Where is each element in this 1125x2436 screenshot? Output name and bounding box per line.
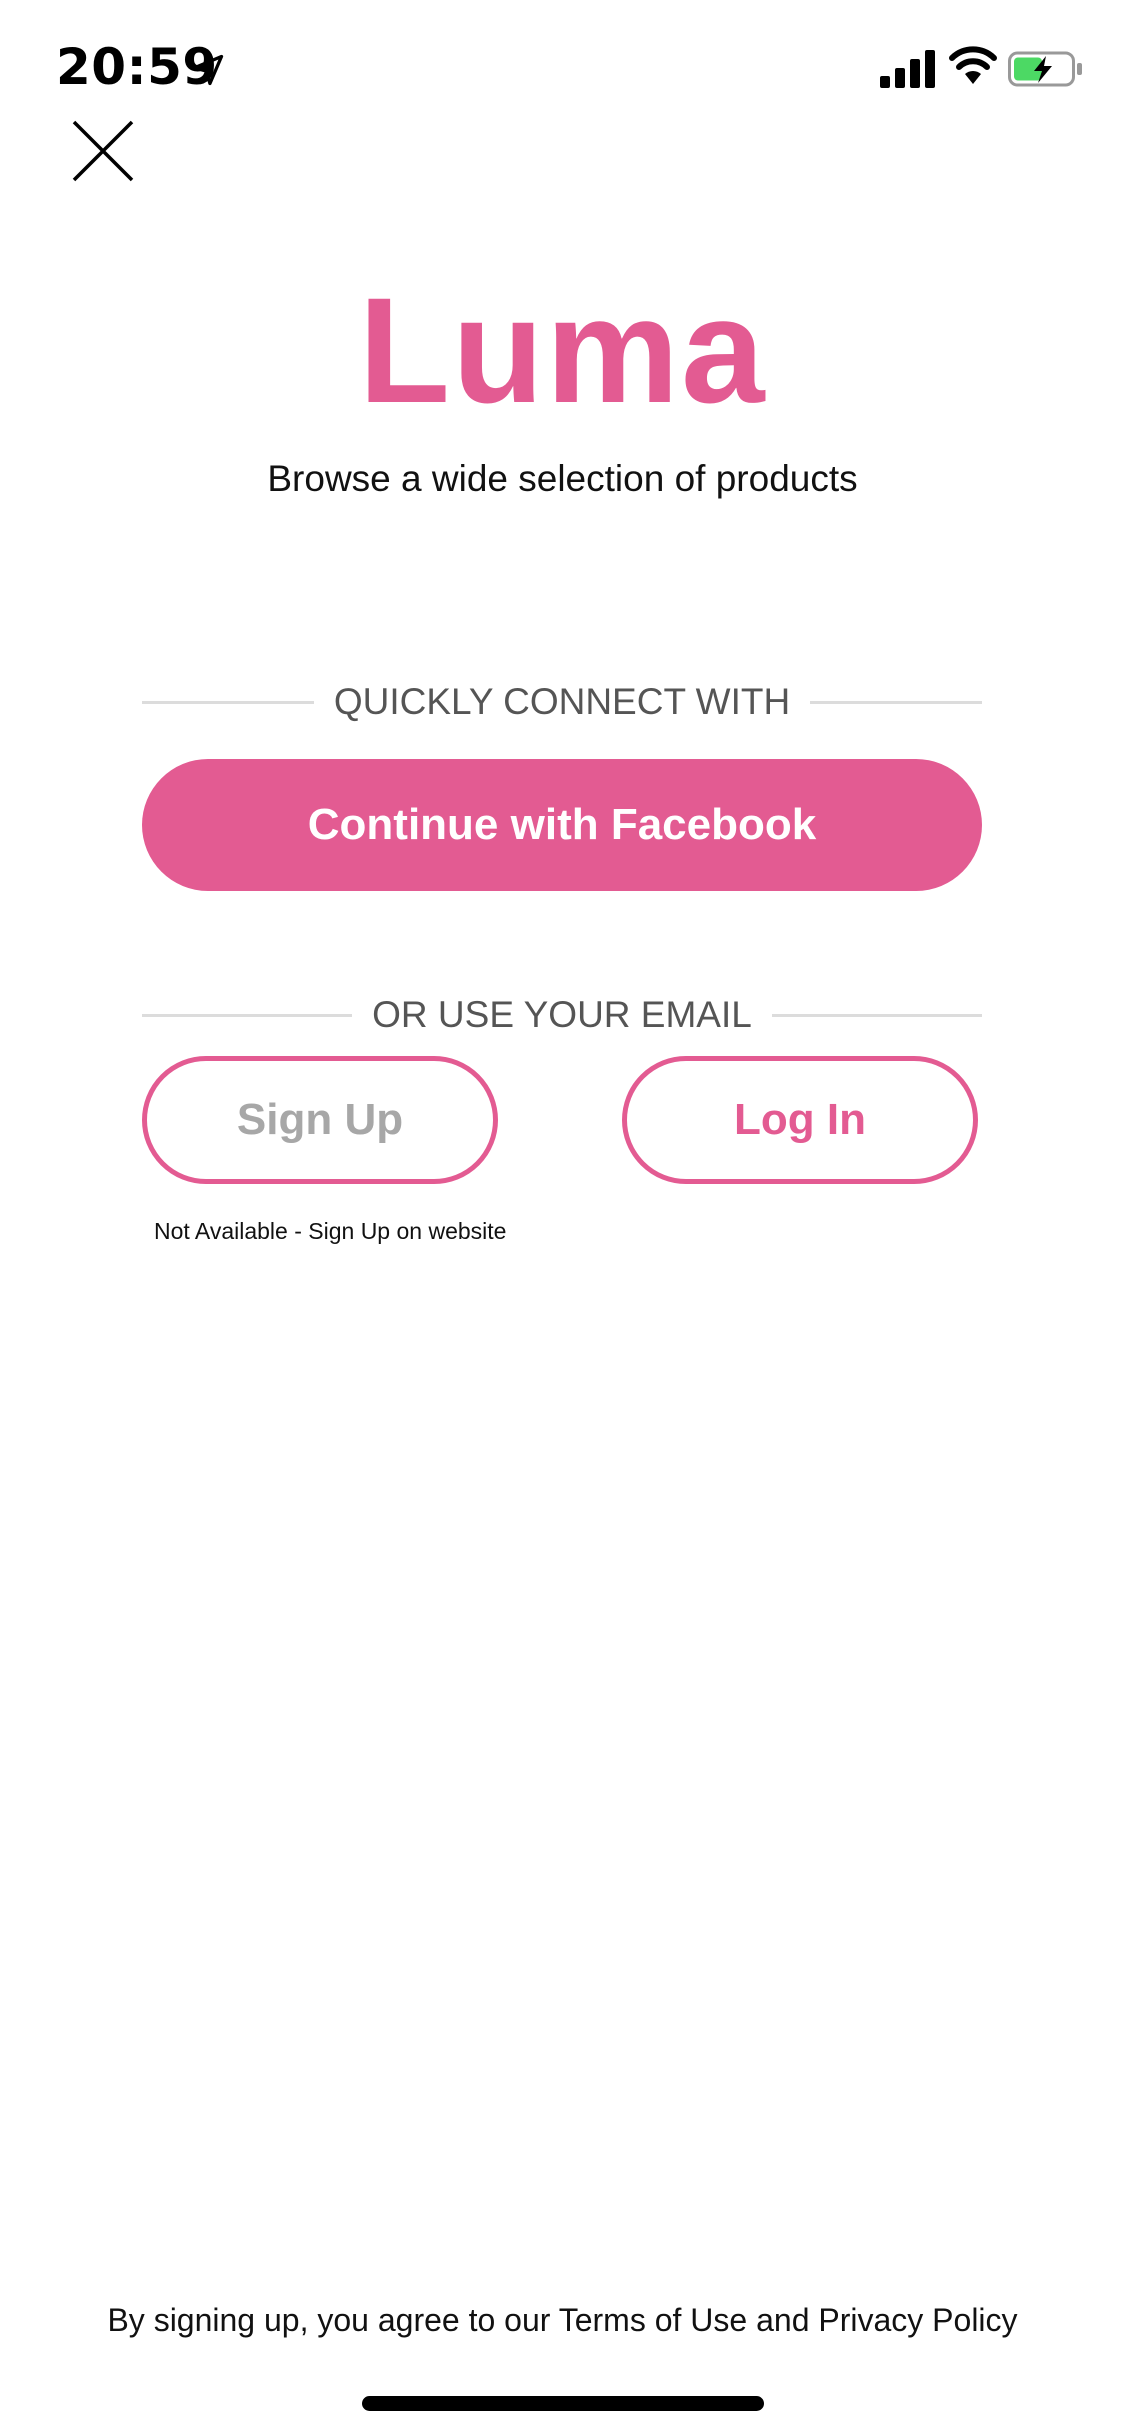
signup-note: Not Available - Sign Up on website: [154, 1218, 507, 1244]
divider-line: [142, 700, 314, 704]
location-arrow-icon: [192, 54, 224, 86]
divider-line: [142, 1013, 353, 1017]
terms-link[interactable]: Terms of Use: [559, 2302, 747, 2338]
quick-connect-heading: QUICKLY CONNECT WITH: [333, 681, 791, 722]
tagline: Browse a wide selection of products: [267, 458, 858, 499]
facebook-button[interactable]: Continue with Facebook: [142, 759, 982, 891]
home-indicator[interactable]: [362, 2396, 764, 2411]
status-bar: 20:59: [0, 0, 1125, 132]
privacy-link[interactable]: Privacy Policy: [818, 2302, 1017, 2338]
cellular-signal-icon: [880, 50, 935, 88]
legal-connector: and: [747, 2302, 819, 2338]
brand-logo: Luma: [358, 266, 767, 434]
wifi-icon: [949, 46, 997, 84]
legal-prefix: By signing up, you agree to our: [107, 2302, 559, 2338]
close-button[interactable]: [70, 118, 136, 184]
divider-line: [771, 1013, 982, 1017]
legal-notice: By signing up, you agree to our Terms of…: [0, 2302, 1125, 2339]
signup-button[interactable]: Sign Up: [142, 1056, 498, 1184]
email-heading: OR USE YOUR EMAIL: [372, 994, 752, 1035]
divider-line: [810, 700, 983, 704]
quick-connect-divider: QUICKLY CONNECT WITH: [142, 677, 983, 727]
battery-charging-icon: [1008, 51, 1082, 87]
email-divider: OR USE YOUR EMAIL: [142, 990, 982, 1040]
login-button[interactable]: Log In: [622, 1056, 978, 1184]
